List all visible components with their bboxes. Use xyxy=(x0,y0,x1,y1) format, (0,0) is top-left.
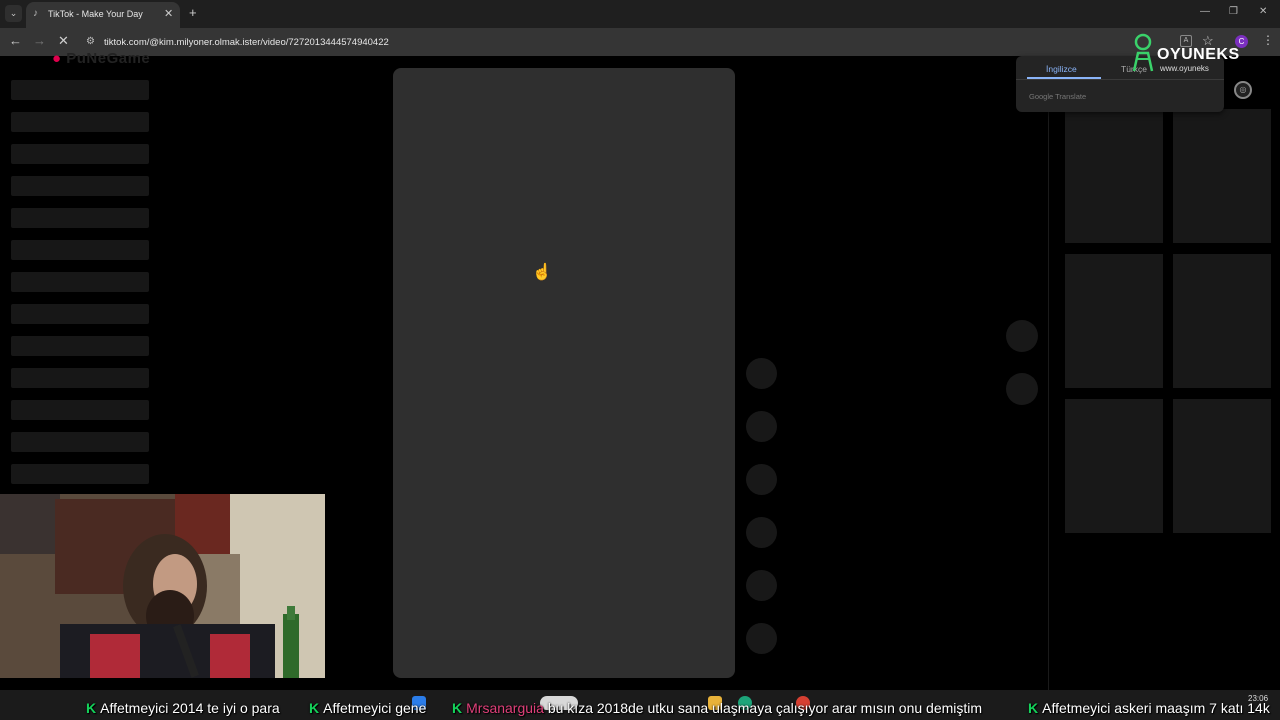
stream-logo: ● PuNeGame xyxy=(52,50,151,67)
video-thumbnail[interactable] xyxy=(1173,109,1271,243)
skeleton-bar xyxy=(11,432,149,452)
skeleton-bar xyxy=(11,400,149,420)
user-avatar[interactable]: ◎ xyxy=(1234,81,1252,99)
minimize-icon[interactable]: — xyxy=(1200,6,1210,17)
video-thumbnail[interactable] xyxy=(1173,254,1271,388)
browser-toolbar: ← → ✕ ⚙ tiktok.com/@kim.milyoner.olmak.i… xyxy=(0,28,1280,56)
chat-message: K Affetmeyici gene xyxy=(309,700,427,716)
oyuneks-mascot-icon xyxy=(1132,33,1154,72)
browser-menu-icon[interactable]: ⋮ xyxy=(1262,33,1274,47)
webcam-feed xyxy=(0,494,325,678)
translate-tab-source[interactable]: İngilizce xyxy=(1046,64,1077,74)
webcam-overlay xyxy=(0,494,325,678)
tab-title: TikTok - Make Your Day xyxy=(48,9,143,19)
skeleton-bar xyxy=(11,80,149,100)
tab-tiktok[interactable]: ♪ TikTok - Make Your Day ✕ xyxy=(26,2,180,28)
skeleton-bar xyxy=(11,112,149,132)
kick-badge-icon: K xyxy=(452,700,463,716)
stop-loading-icon[interactable]: ✕ xyxy=(58,33,69,49)
kick-badge-icon: K xyxy=(1028,700,1039,716)
chat-message: K Affetmeyici askeri maaşım 7 katı 14k xyxy=(1028,700,1270,716)
address-bar[interactable]: tiktok.com/@kim.milyoner.olmak.ister/vid… xyxy=(104,37,389,48)
skeleton-bar xyxy=(11,144,149,164)
restore-icon[interactable]: ❐ xyxy=(1229,6,1238,17)
action-button-skeleton[interactable] xyxy=(746,517,777,548)
skeleton-bar xyxy=(11,176,149,196)
browser-tab-bar: ⌄ ♪ TikTok - Make Your Day ✕ + — ❐ ✕ xyxy=(0,0,1280,28)
skeleton-bar xyxy=(11,208,149,228)
skeleton-bar xyxy=(11,272,149,292)
close-window-icon[interactable]: ✕ xyxy=(1259,6,1267,17)
tiktok-favicon-icon: ♪ xyxy=(33,8,38,19)
forward-icon[interactable]: → xyxy=(33,33,46,48)
brand-url: www.oyuneks xyxy=(1160,64,1209,73)
kick-badge-icon: K xyxy=(309,700,320,716)
chat-message: K Affetmeyici 2014 te iyi o para xyxy=(86,700,280,716)
skeleton-bar xyxy=(11,336,149,356)
kick-badge-icon: K xyxy=(86,700,97,716)
skeleton-bar xyxy=(11,304,149,324)
hand-cursor-icon: ☝ xyxy=(532,264,552,281)
new-tab-icon[interactable]: + xyxy=(189,5,197,20)
action-button-skeleton[interactable] xyxy=(746,358,777,389)
action-button-skeleton[interactable] xyxy=(746,623,777,654)
skeleton-bar xyxy=(11,240,149,260)
action-button-skeleton[interactable] xyxy=(746,570,777,601)
close-tab-icon[interactable]: ✕ xyxy=(164,7,173,20)
video-thumbnail[interactable] xyxy=(1065,109,1163,243)
divider xyxy=(1016,79,1224,80)
tab-search-button[interactable]: ⌄ xyxy=(5,5,22,22)
translate-footer: Google Translate xyxy=(1029,92,1087,101)
back-icon[interactable]: ← xyxy=(9,33,22,48)
video-player-placeholder[interactable] xyxy=(393,68,735,678)
scroll-up-button[interactable] xyxy=(1006,320,1038,352)
video-thumbnail[interactable] xyxy=(1065,254,1163,388)
skeleton-bar xyxy=(11,368,149,388)
video-thumbnail[interactable] xyxy=(1173,399,1271,533)
action-button-skeleton[interactable] xyxy=(746,411,777,442)
brand-name: OYUNEKS xyxy=(1157,46,1240,63)
panel-divider xyxy=(1048,112,1049,690)
brand-overlay: OYUNEKS www.oyuneks xyxy=(1128,33,1248,75)
skeleton-bar xyxy=(11,464,149,484)
action-button-skeleton[interactable] xyxy=(746,464,777,495)
chat-ticker: K Affetmeyici 2014 te iyi o para K Affetme… xyxy=(0,696,1280,720)
site-info-icon[interactable]: ⚙ xyxy=(86,36,95,47)
video-thumbnail[interactable] xyxy=(1065,399,1163,533)
scroll-down-button[interactable] xyxy=(1006,373,1038,405)
chat-message: K Mrsanarguia bu kıza 2018de utku sana ul… xyxy=(452,700,983,716)
